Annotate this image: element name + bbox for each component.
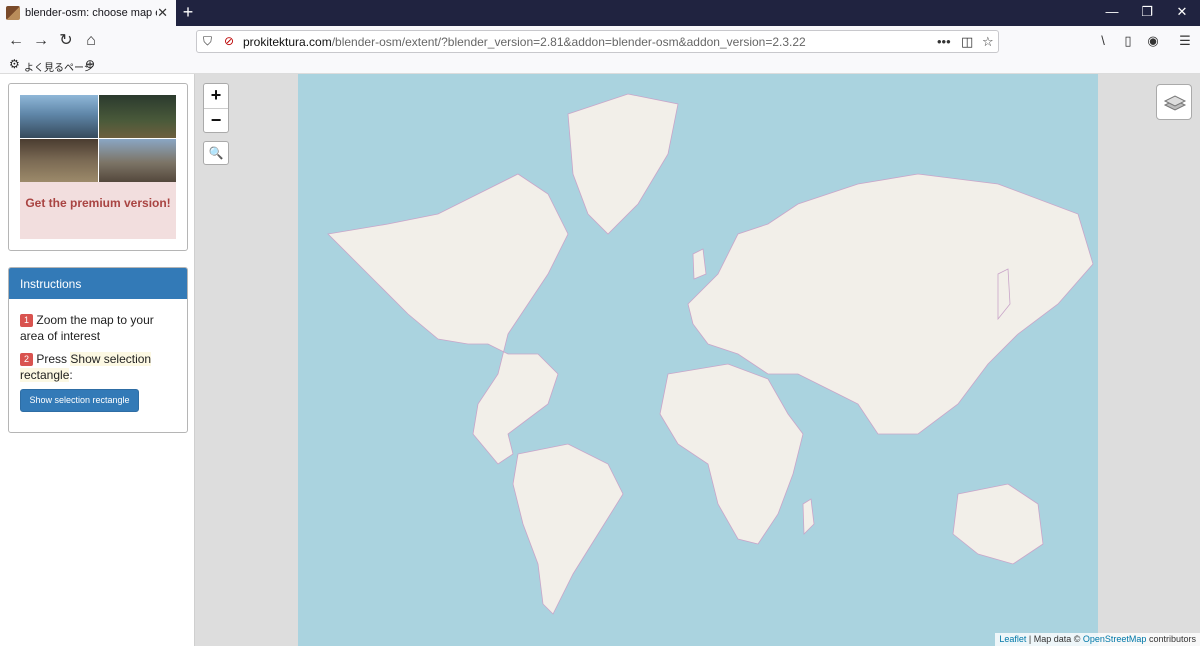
leaflet-link[interactable]: Leaflet — [999, 634, 1026, 644]
instruction-step-2: 2 Press Show selection rectangle: — [20, 351, 180, 383]
layers-icon — [1163, 95, 1187, 111]
active-tab[interactable]: blender-osm: choose map extent ✕ — [0, 0, 176, 26]
promo-thumbnail[interactable] — [98, 95, 176, 138]
back-button[interactable]: ← — [5, 30, 27, 52]
close-window-button[interactable]: ✕ — [1172, 4, 1192, 20]
home-button[interactable]: ⌂ — [80, 30, 102, 52]
restore-button[interactable]: ❐ — [1137, 4, 1157, 20]
step-text: Zoom the map to your area of interest — [20, 313, 154, 343]
world-map[interactable] — [298, 74, 1098, 646]
favicon-icon — [6, 6, 20, 20]
page-actions-button[interactable]: ••• — [937, 34, 951, 49]
premium-promo-panel: Get the premium version! — [8, 83, 188, 251]
world-map-tiles[interactable] — [298, 74, 1098, 646]
tab-bar: blender-osm: choose map extent ✕ + — ❐ ✕ — [0, 0, 1200, 26]
reload-button[interactable]: ↻ — [55, 30, 77, 52]
attribution-separator: | Map data © — [1028, 634, 1081, 644]
sidebar-icon[interactable]: ▯ — [1119, 33, 1137, 49]
tab-close-icon[interactable]: ✕ — [157, 5, 168, 21]
greenland-landmass — [567, 93, 679, 235]
promo-thumbnail[interactable] — [20, 95, 98, 138]
step-number: 1 — [20, 314, 34, 327]
forward-button[interactable]: → — [30, 30, 52, 52]
bookmarks-bar: ⚙ よく見るページ ⊕ — [0, 56, 1200, 74]
insecure-lock-icon[interactable]: ⊘ — [224, 34, 234, 48]
map-container[interactable]: + − 🔍 Leaflet | Map data © OpenStreetMap… — [195, 74, 1200, 646]
uk-landmass — [692, 248, 707, 280]
url-bar[interactable]: ⛉ ⊘ prokitektura.com/blender-osm/extent/… — [196, 30, 999, 53]
url-text[interactable]: prokitektura.com/blender-osm/extent/?ble… — [243, 35, 806, 49]
layers-control[interactable] — [1156, 84, 1192, 120]
zoom-out-button[interactable]: − — [204, 108, 228, 132]
bookmark-most-visited[interactable]: よく見るページ — [24, 59, 94, 74]
step-suffix: : — [69, 368, 73, 382]
north-america-landmass — [327, 173, 569, 465]
promo-thumbnails[interactable] — [20, 95, 176, 182]
zoom-in-button[interactable]: + — [204, 84, 228, 108]
instructions-title: Instructions — [9, 268, 187, 299]
openstreetmap-link[interactable]: OpenStreetMap — [1083, 634, 1147, 644]
tab-title: blender-osm: choose map extent — [25, 7, 157, 19]
map-search-button[interactable]: 🔍 — [203, 141, 229, 165]
url-path: /blender-osm/extent/?blender_version=2.8… — [331, 35, 806, 49]
attribution-contributors: contributors — [1148, 634, 1196, 644]
pocket-icon[interactable]: ◫ — [961, 34, 973, 50]
australia-landmass — [952, 483, 1044, 565]
globe-icon[interactable]: ⊕ — [85, 57, 95, 71]
show-selection-rectangle-button[interactable]: Show selection rectangle — [20, 389, 139, 412]
south-america-landmass — [512, 443, 624, 615]
account-icon[interactable]: ◉ — [1144, 33, 1162, 49]
shield-icon[interactable]: ⛉ — [203, 34, 212, 49]
promo-thumbnail[interactable] — [98, 139, 176, 182]
promo-thumbnail[interactable] — [20, 139, 98, 182]
africa-landmass — [659, 363, 804, 545]
library-icon[interactable]: \ — [1094, 33, 1112, 48]
bookmark-star-icon[interactable]: ☆ — [982, 34, 994, 50]
instructions-panel: Instructions 1 Zoom the map to your area… — [8, 267, 188, 433]
new-tab-button[interactable]: + — [180, 2, 196, 23]
menu-icon[interactable]: ☰ — [1176, 33, 1194, 49]
minimize-button[interactable]: — — [1102, 4, 1122, 19]
gear-icon[interactable]: ⚙ — [9, 57, 20, 71]
map-attribution: Leaflet | Map data © OpenStreetMap contr… — [995, 633, 1200, 646]
madagascar-landmass — [802, 498, 815, 535]
premium-link[interactable]: Get the premium version! — [20, 182, 176, 239]
url-domain: prokitektura.com — [243, 35, 332, 49]
instruction-step-1: 1 Zoom the map to your area of interest — [20, 312, 180, 344]
zoom-control: + − — [203, 83, 229, 133]
step-number: 2 — [20, 353, 34, 366]
sidebar: Get the premium version! Instructions 1 … — [0, 74, 195, 646]
step-text: Press — [36, 352, 68, 366]
